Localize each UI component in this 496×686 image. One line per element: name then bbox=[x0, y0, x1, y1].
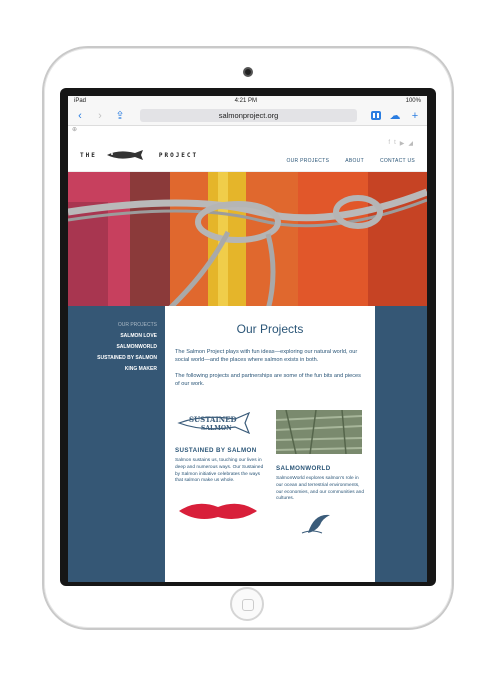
url-bar[interactable]: salmonproject.org bbox=[140, 109, 357, 122]
bookmark-row: ⊕ bbox=[68, 126, 427, 136]
nav-about[interactable]: ABOUT bbox=[345, 158, 364, 164]
sidebar: OUR PROJECTS SALMON LOVE SALMONWORLD SUS… bbox=[68, 306, 165, 582]
project-card[interactable]: SUSTAINED SALMON SUSTAINED BY SALMON Sal… bbox=[175, 410, 264, 540]
project-card[interactable]: SALMONWORLD SalmonWorld explores salmon'… bbox=[275, 409, 365, 540]
screen: iPad 4:21 PM 100% ‹ › ⇪ salmonproject.or… bbox=[68, 96, 427, 582]
facebook-icon[interactable]: f bbox=[388, 140, 390, 147]
browser-toolbar: ‹ › ⇪ salmonproject.org ☁ + bbox=[68, 106, 427, 126]
clock: 4:21 PM bbox=[234, 98, 257, 104]
site-header: THE PROJECT f t ▶ ◢ OUR PROJECTS ABOUT C… bbox=[68, 136, 427, 172]
twitter-icon[interactable]: t bbox=[394, 140, 396, 147]
hero-image bbox=[68, 172, 427, 310]
main-nav: OUR PROJECTS ABOUT CONTACT US bbox=[286, 158, 415, 164]
sidebar-item-salmonworld[interactable]: SALMONWORLD bbox=[68, 342, 157, 353]
sidebar-item-king-maker[interactable]: KING MAKER bbox=[68, 364, 157, 375]
sidebar-nav: OUR PROJECTS SALMON LOVE SALMONWORLD SUS… bbox=[68, 306, 165, 375]
new-tab-icon[interactable]: + bbox=[409, 110, 421, 122]
salmon-logo-icon bbox=[106, 150, 143, 160]
cloud-icon[interactable]: ☁ bbox=[389, 109, 401, 122]
project-description: SalmonWorld explores salmon's role in ou… bbox=[276, 476, 364, 502]
bookmark-icon[interactable]: ⊕ bbox=[72, 127, 77, 133]
svg-text:SUSTAINED: SUSTAINED bbox=[189, 415, 237, 424]
right-panel bbox=[375, 306, 427, 582]
battery-label: 100% bbox=[405, 98, 421, 104]
svg-text:SALMON: SALMON bbox=[201, 425, 232, 432]
youtube-icon[interactable]: ▶ bbox=[400, 140, 405, 147]
url-text: salmonproject.org bbox=[218, 111, 279, 120]
sidebar-item-our-projects[interactable]: OUR PROJECTS bbox=[68, 320, 157, 331]
main-content: Our Projects The Salmon Project plays wi… bbox=[165, 306, 375, 582]
project-title[interactable]: SALMONWORLD bbox=[276, 465, 365, 472]
sidebar-item-salmon-love[interactable]: SALMON LOVE bbox=[68, 331, 157, 342]
site-logo[interactable]: THE PROJECT bbox=[80, 148, 198, 162]
tabs-icon[interactable] bbox=[371, 111, 381, 120]
logo-left: THE bbox=[80, 151, 97, 159]
device-label: iPad bbox=[74, 98, 87, 104]
share-icon[interactable]: ⇪ bbox=[114, 109, 126, 122]
lips-icon bbox=[179, 503, 257, 520]
back-icon[interactable]: ‹ bbox=[74, 110, 86, 122]
project-description: Salmon sustains us, touching our lives i… bbox=[175, 458, 264, 484]
front-camera bbox=[243, 67, 253, 77]
nav-our-projects[interactable]: OUR PROJECTS bbox=[286, 158, 329, 164]
social-icons: f t ▶ ◢ bbox=[388, 140, 413, 147]
jumping-salmon-icon bbox=[301, 515, 330, 534]
status-bar: iPad 4:21 PM 100% bbox=[68, 96, 427, 106]
forward-icon[interactable]: › bbox=[94, 110, 106, 122]
sidebar-item-sustained-by-salmon[interactable]: SUSTAINED BY SALMON bbox=[68, 353, 157, 364]
rss-icon[interactable]: ◢ bbox=[408, 140, 413, 147]
project-list: SUSTAINED SALMON SUSTAINED BY SALMON Sal… bbox=[175, 409, 365, 540]
intro-paragraph-2: The following projects and partnerships … bbox=[175, 373, 361, 387]
nav-contact[interactable]: CONTACT US bbox=[380, 158, 415, 164]
page-title: Our Projects bbox=[236, 322, 304, 336]
home-button[interactable] bbox=[230, 587, 264, 621]
rope-knot-photo bbox=[68, 172, 427, 310]
project-title[interactable]: SUSTAINED BY SALMON bbox=[175, 447, 264, 454]
salmonworld-photo bbox=[275, 409, 363, 455]
logo-right: PROJECT bbox=[158, 151, 199, 159]
sustained-by-salmon-logo: SUSTAINED SALMON bbox=[177, 411, 251, 435]
intro-paragraph-1: The Salmon Project plays with fun ideas—… bbox=[175, 349, 358, 363]
